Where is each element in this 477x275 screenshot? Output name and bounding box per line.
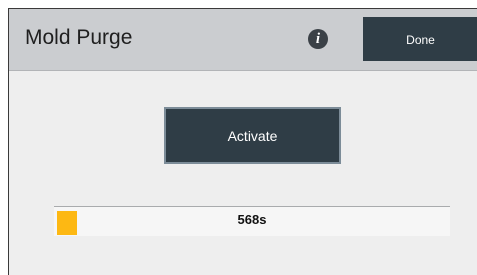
progress-value: 568s: [237, 212, 267, 227]
mold-purge-dialog: Mold Purge i Done Activate 568s: [8, 8, 477, 275]
done-button[interactable]: Done: [363, 17, 477, 61]
dialog-header: Mold Purge i Done: [9, 9, 477, 71]
activate-button[interactable]: Activate: [164, 107, 341, 164]
purge-progress-bar: 568s: [54, 206, 450, 236]
info-icon[interactable]: i: [308, 29, 328, 49]
dialog-title: Mold Purge: [25, 26, 133, 49]
